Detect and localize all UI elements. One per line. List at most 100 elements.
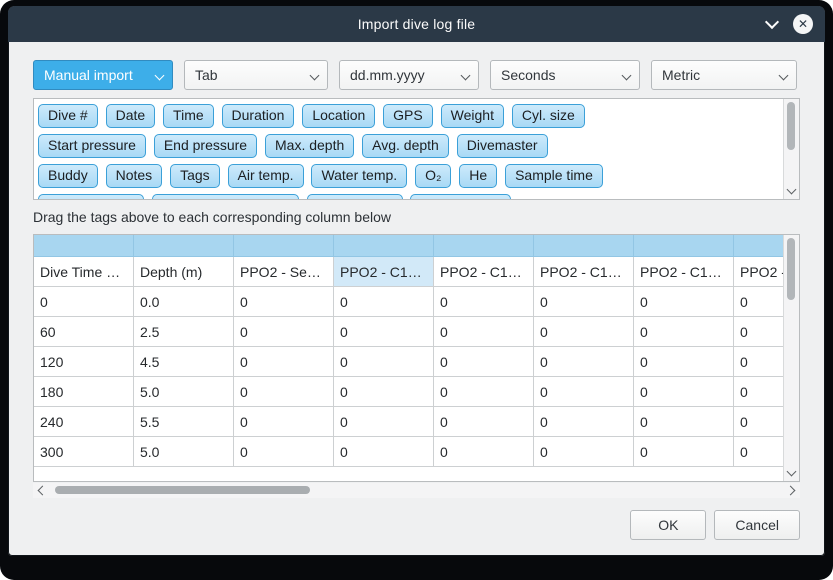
drag-tag[interactable]: Duration xyxy=(222,104,295,128)
column-header: Dive Time … xyxy=(34,257,134,287)
chevron-down-icon xyxy=(622,71,632,81)
table-cell: 0 xyxy=(334,437,434,467)
dialog-content: Manual import Tab dd.mm.yyyy Seconds Met… xyxy=(8,42,825,556)
shade-window-button[interactable] xyxy=(767,17,777,27)
drag-tag[interactable]: Water temp. xyxy=(311,164,407,188)
drop-target-cell[interactable] xyxy=(134,235,234,257)
dialog-button-row: OK Cancel xyxy=(33,510,800,540)
column-header: Depth (m) xyxy=(134,257,234,287)
drag-tag[interactable]: Max. depth xyxy=(265,134,354,158)
drop-target-cell[interactable] xyxy=(34,235,134,257)
time-format-select[interactable]: Seconds xyxy=(490,60,640,90)
tag-row: Sample depth Sample temperature Sample p… xyxy=(36,191,781,199)
table-cell: 0 xyxy=(534,317,634,347)
drag-tag[interactable]: Start pressure xyxy=(38,134,146,158)
table-cell: 0 xyxy=(634,347,734,377)
table-cell: 0 xyxy=(634,407,734,437)
chevron-down-icon xyxy=(765,15,779,29)
table-cell: 0 xyxy=(234,437,334,467)
cancel-button[interactable]: Cancel xyxy=(714,510,800,540)
scroll-down-icon[interactable] xyxy=(787,467,797,477)
table-cell: 5.5 xyxy=(134,407,234,437)
scroll-right-icon[interactable] xyxy=(786,486,796,496)
drag-tag[interactable]: Avg. depth xyxy=(362,134,449,158)
tag-row: Buddy Notes Tags Air temp. Water temp. O… xyxy=(36,161,781,191)
table-cell: 5.0 xyxy=(134,377,234,407)
drag-tag[interactable]: End pressure xyxy=(154,134,257,158)
drop-target-row xyxy=(34,235,784,257)
scroll-down-icon[interactable] xyxy=(787,185,797,195)
tag-rows: Dive # Date Time Duration Location GPS W… xyxy=(34,99,799,199)
drag-tag[interactable]: GPS xyxy=(383,104,433,128)
preview-table: Dive Time … Depth (m) PPO2 - Se… PPO2 - … xyxy=(33,234,800,482)
drop-target-cell[interactable] xyxy=(334,235,434,257)
drag-tag[interactable]: Sample depth xyxy=(38,194,144,199)
table-cell: 0 xyxy=(734,377,784,407)
date-format-select[interactable]: dd.mm.yyyy xyxy=(339,60,479,90)
drag-tag[interactable]: Sample CNS xyxy=(410,194,511,199)
drag-tag[interactable]: Time xyxy=(163,104,214,128)
close-button[interactable]: ✕ xyxy=(793,14,813,34)
titlebar[interactable]: Import dive log file ✕ xyxy=(8,6,825,42)
drop-target-cell[interactable] xyxy=(234,235,334,257)
drop-target-cell[interactable] xyxy=(634,235,734,257)
table-cell: 240 xyxy=(34,407,134,437)
table-cell: 0 xyxy=(734,347,784,377)
column-header-row: Dive Time … Depth (m) PPO2 - Se… PPO2 - … xyxy=(34,257,784,287)
table-cell: 0 xyxy=(534,377,634,407)
drag-tag[interactable]: Sample pO₂ xyxy=(307,194,402,199)
drop-target-cell[interactable] xyxy=(434,235,534,257)
scrollbar-thumb[interactable] xyxy=(787,102,795,150)
drag-tag[interactable]: Location xyxy=(302,104,375,128)
table-row: 0 0.0 0 0 0 0 0 0 xyxy=(34,287,784,317)
table-cell: 180 xyxy=(34,377,134,407)
chevron-down-icon xyxy=(461,71,471,81)
table-cell: 0.0 xyxy=(134,287,234,317)
table-cell: 0 xyxy=(734,437,784,467)
table-cell: 4.5 xyxy=(134,347,234,377)
scroll-left-icon[interactable] xyxy=(38,486,48,496)
table-vertical-scrollbar[interactable] xyxy=(783,235,799,481)
ok-button[interactable]: OK xyxy=(630,510,706,540)
table-cell: 60 xyxy=(34,317,134,347)
import-type-select[interactable]: Manual import xyxy=(33,60,173,90)
drag-tag[interactable]: He xyxy=(459,164,497,188)
scrollbar-thumb[interactable] xyxy=(787,238,795,300)
column-header: PPO2 - C1… xyxy=(534,257,634,287)
drag-tag[interactable]: Sample time xyxy=(505,164,603,188)
drag-tag[interactable]: Divemaster xyxy=(457,134,548,158)
tag-pool-scrollbar[interactable] xyxy=(783,99,799,199)
drop-target-cell[interactable] xyxy=(534,235,634,257)
drag-tag[interactable]: Weight xyxy=(441,104,504,128)
import-options-row: Manual import Tab dd.mm.yyyy Seconds Met… xyxy=(33,60,800,90)
scrollbar-thumb[interactable] xyxy=(55,486,310,494)
column-header: PPO2 - C… xyxy=(734,257,784,287)
table-row: 300 5.0 0 0 0 0 0 0 xyxy=(34,437,784,467)
drag-tag[interactable]: Notes xyxy=(106,164,163,188)
field-separator-select[interactable]: Tab xyxy=(184,60,328,90)
drag-tag[interactable]: Tags xyxy=(170,164,220,188)
table-cell: 0 xyxy=(634,317,734,347)
drag-tag[interactable]: Cyl. size xyxy=(512,104,585,128)
table-horizontal-scrollbar[interactable] xyxy=(33,483,800,498)
time-format-value: Seconds xyxy=(501,67,555,83)
import-dive-log-dialog: Import dive log file ✕ Manual import Tab… xyxy=(8,6,825,556)
table-cell: 0 xyxy=(534,437,634,467)
table-cell: 0 xyxy=(434,347,534,377)
drag-tag[interactable]: Buddy xyxy=(38,164,98,188)
tag-row: Start pressure End pressure Max. depth A… xyxy=(36,131,781,161)
drag-tag[interactable]: Date xyxy=(106,104,156,128)
drag-tag[interactable]: Sample temperature xyxy=(152,194,299,199)
table-cell: 0 xyxy=(634,377,734,407)
table-cell: 0 xyxy=(234,287,334,317)
table-cell: 0 xyxy=(434,317,534,347)
drag-tag[interactable]: Dive # xyxy=(38,104,98,128)
table-cell: 0 xyxy=(734,287,784,317)
column-header: PPO2 - C1… xyxy=(634,257,734,287)
column-header: PPO2 - C1… xyxy=(434,257,534,287)
units-select[interactable]: Metric xyxy=(651,60,797,90)
drop-target-cell[interactable] xyxy=(734,235,784,257)
drag-tag[interactable]: Air temp. xyxy=(228,164,304,188)
table-cell: 0 xyxy=(234,317,334,347)
drag-tag[interactable]: O₂ xyxy=(415,164,451,188)
